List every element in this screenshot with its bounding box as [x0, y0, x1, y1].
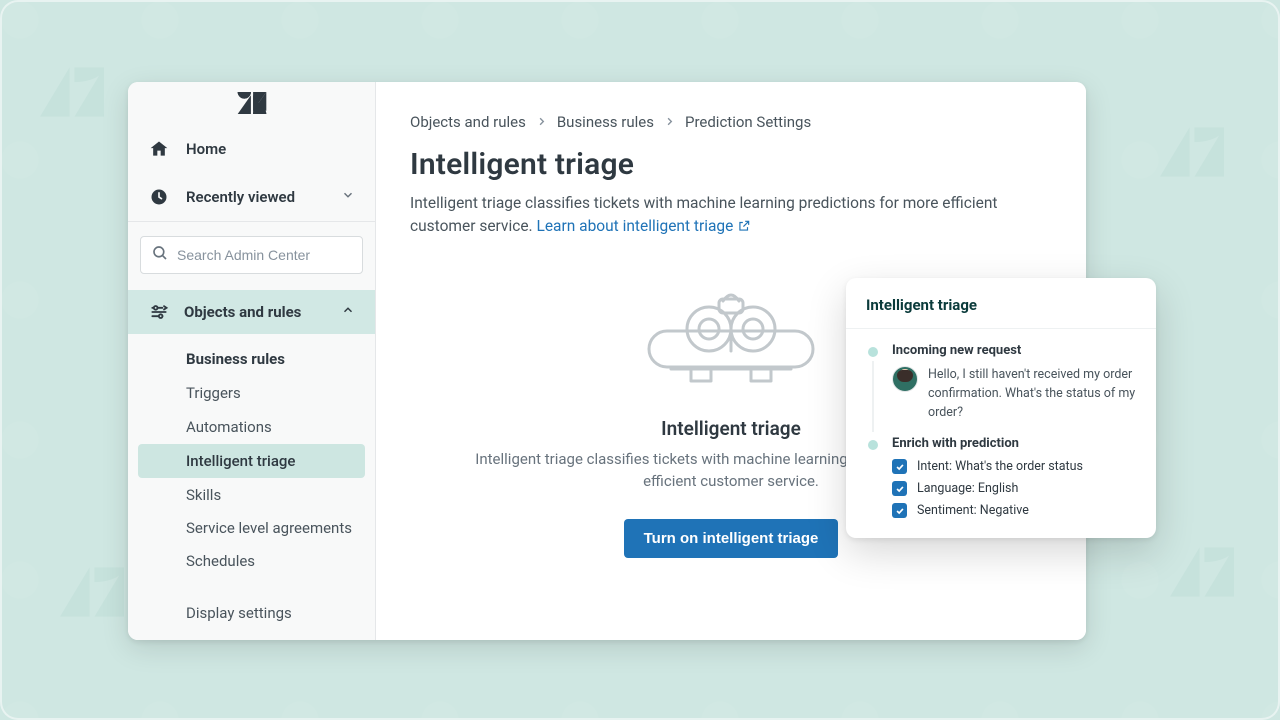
- search-input-wrapper[interactable]: [140, 236, 363, 274]
- subnav-group-business-rules: Business rules: [128, 340, 375, 376]
- nav-home-label: Home: [186, 140, 226, 158]
- subnav-intelligent-triage[interactable]: Intelligent triage: [138, 444, 365, 478]
- crumb-business-rules[interactable]: Business rules: [557, 113, 654, 131]
- illustration-binoculars-icon: [631, 281, 831, 391]
- zendesk-logo-icon: [237, 92, 267, 114]
- checkbox-checked-icon: [892, 503, 907, 518]
- empty-state-title: Intelligent triage: [661, 417, 801, 440]
- customer-avatar: [892, 366, 918, 392]
- nav-recently-viewed[interactable]: Recently viewed: [128, 173, 375, 221]
- checkbox-checked-icon: [892, 481, 907, 496]
- popover-title: Intelligent triage: [866, 296, 1136, 314]
- breadcrumb: Objects and rules Business rules Predict…: [410, 113, 1052, 131]
- step-enrich-prediction: Enrich with prediction Intent: What's th…: [866, 436, 1136, 518]
- home-icon: [148, 139, 170, 159]
- learn-more-link[interactable]: Learn about intelligent triage: [536, 217, 751, 235]
- nav-home[interactable]: Home: [128, 125, 375, 173]
- chevron-right-icon: [664, 113, 675, 131]
- search-input[interactable]: [177, 247, 358, 263]
- subnav: Business rules Triggers Automations Inte…: [128, 334, 375, 640]
- prediction-language: Language: English: [892, 481, 1136, 496]
- prediction-sentiment-text: Sentiment: Negative: [917, 503, 1029, 518]
- section-label: Objects and rules: [184, 303, 301, 321]
- crumb-objects-and-rules[interactable]: Objects and rules: [410, 113, 526, 131]
- intelligent-triage-preview-card: Intelligent triage Incoming new request …: [846, 278, 1156, 538]
- customer-message: Hello, I still haven't received my order…: [928, 366, 1136, 422]
- nav-recently-viewed-label: Recently viewed: [186, 188, 295, 206]
- timeline-dot-icon: [868, 440, 878, 450]
- step1-title: Incoming new request: [892, 343, 1136, 358]
- step2-title: Enrich with prediction: [892, 436, 1136, 451]
- subnav-triggers[interactable]: Triggers: [128, 376, 375, 410]
- timeline-line: [872, 361, 874, 432]
- divider: [846, 328, 1156, 329]
- chevron-down-icon: [341, 188, 355, 206]
- subnav-skills[interactable]: Skills: [128, 478, 375, 512]
- routing-icon: [148, 302, 170, 322]
- brand-logo: [128, 82, 375, 125]
- sidebar: Home Recently viewed: [128, 82, 376, 640]
- prediction-sentiment: Sentiment: Negative: [892, 503, 1136, 518]
- prediction-language-text: Language: English: [917, 481, 1018, 496]
- step-incoming-request: Incoming new request Hello, I still have…: [866, 343, 1136, 436]
- checkbox-checked-icon: [892, 459, 907, 474]
- chevron-up-icon: [341, 303, 355, 321]
- clock-icon: [148, 187, 170, 207]
- subnav-schedules[interactable]: Schedules: [128, 544, 375, 578]
- crumb-prediction-settings: Prediction Settings: [685, 113, 811, 131]
- timeline-dot-icon: [868, 347, 878, 357]
- page-description: Intelligent triage classifies tickets wi…: [410, 192, 1030, 241]
- external-link-icon: [737, 217, 751, 240]
- learn-more-link-text: Learn about intelligent triage: [536, 217, 733, 235]
- search-icon: [151, 244, 169, 266]
- subnav-automations[interactable]: Automations: [128, 410, 375, 444]
- subnav-sla[interactable]: Service level agreements: [128, 512, 375, 544]
- prediction-intent-text: Intent: What's the order status: [917, 459, 1083, 474]
- prediction-intent: Intent: What's the order status: [892, 459, 1136, 474]
- subnav-display-settings[interactable]: Display settings: [128, 596, 375, 630]
- chevron-right-icon: [536, 113, 547, 131]
- section-objects-and-rules[interactable]: Objects and rules: [128, 290, 375, 334]
- page-title: Intelligent triage: [410, 147, 1052, 182]
- turn-on-intelligent-triage-button[interactable]: Turn on intelligent triage: [624, 519, 839, 558]
